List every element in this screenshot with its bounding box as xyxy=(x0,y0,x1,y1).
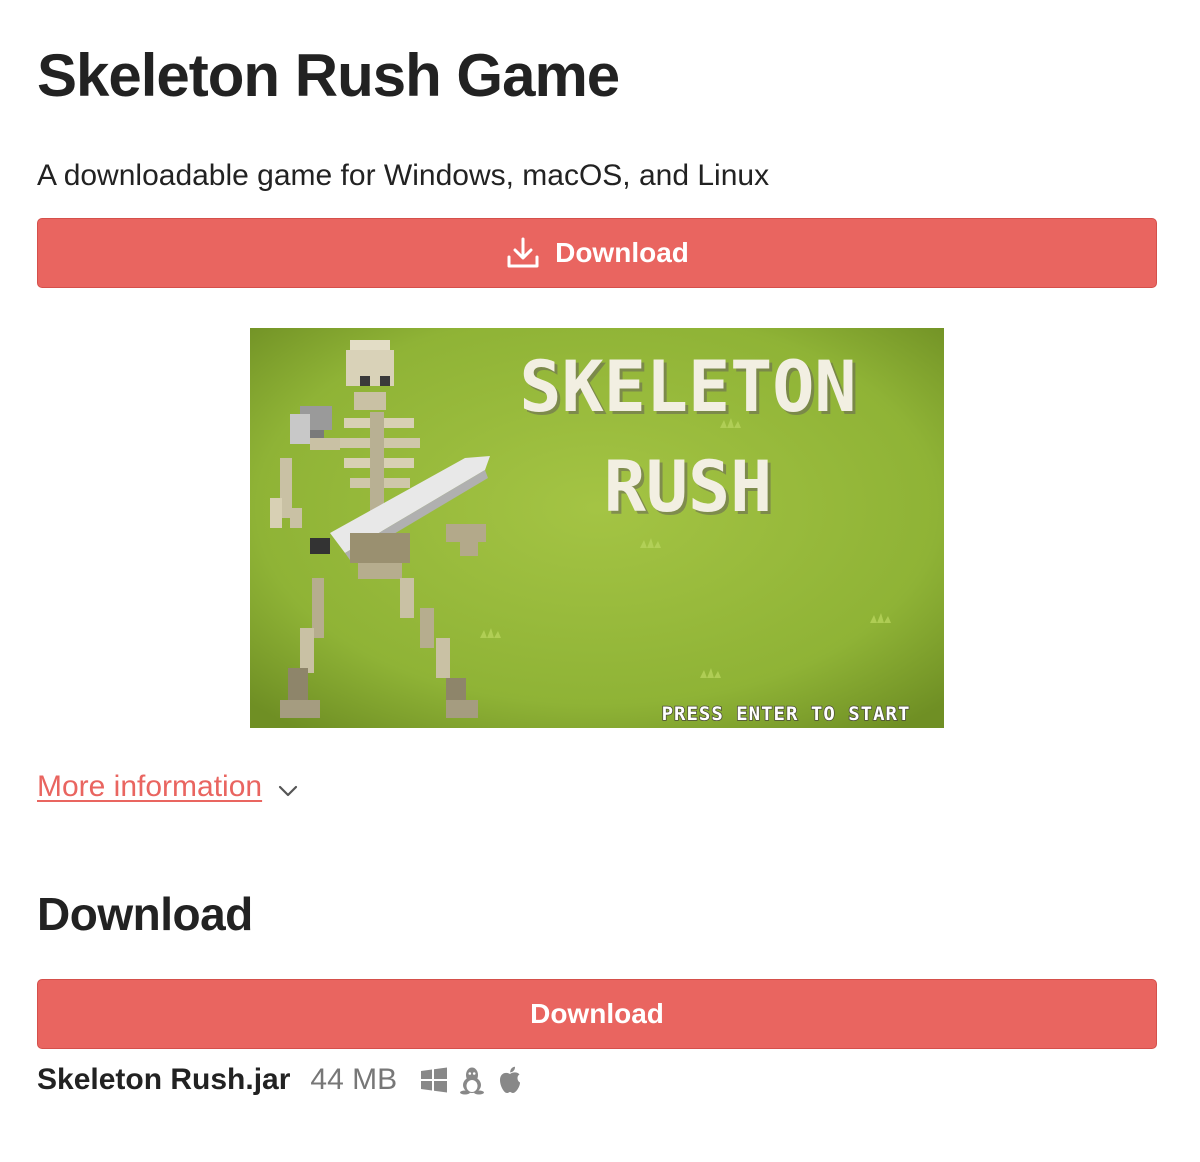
download-button-file[interactable]: Download xyxy=(37,979,1157,1049)
apple-icon xyxy=(495,1065,525,1095)
game-subtitle: A downloadable game for Windows, macOS, … xyxy=(37,159,770,192)
upload-file-row: Skeleton Rush.jar 44 MB xyxy=(37,1060,525,1100)
download-button-label: Download xyxy=(555,237,689,268)
screen-press-start: PRESS ENTER TO START xyxy=(662,703,911,725)
download-file-button-label: Download xyxy=(530,998,664,1029)
game-screenshot[interactable]: SKELETON SKELETON RUSH RUSH PRESS ENTER … xyxy=(250,328,944,728)
more-information-toggle[interactable]: More information xyxy=(37,770,300,804)
file-name: Skeleton Rush.jar xyxy=(37,1063,291,1096)
download-section-heading: Download xyxy=(37,888,253,940)
file-size: 44 MB xyxy=(310,1063,398,1096)
screen-title-line-2: RUSH xyxy=(604,446,773,528)
download-icon xyxy=(505,235,541,271)
windows-icon xyxy=(419,1065,449,1095)
more-information-link[interactable]: More information xyxy=(37,770,262,804)
platform-icons xyxy=(419,1065,525,1095)
linux-icon xyxy=(457,1065,487,1095)
page-title: Skeleton Rush Game xyxy=(37,42,620,109)
download-button-top[interactable]: Download xyxy=(37,218,1157,288)
chevron-down-icon xyxy=(276,779,300,803)
screen-title-line-1: SKELETON xyxy=(519,346,856,428)
